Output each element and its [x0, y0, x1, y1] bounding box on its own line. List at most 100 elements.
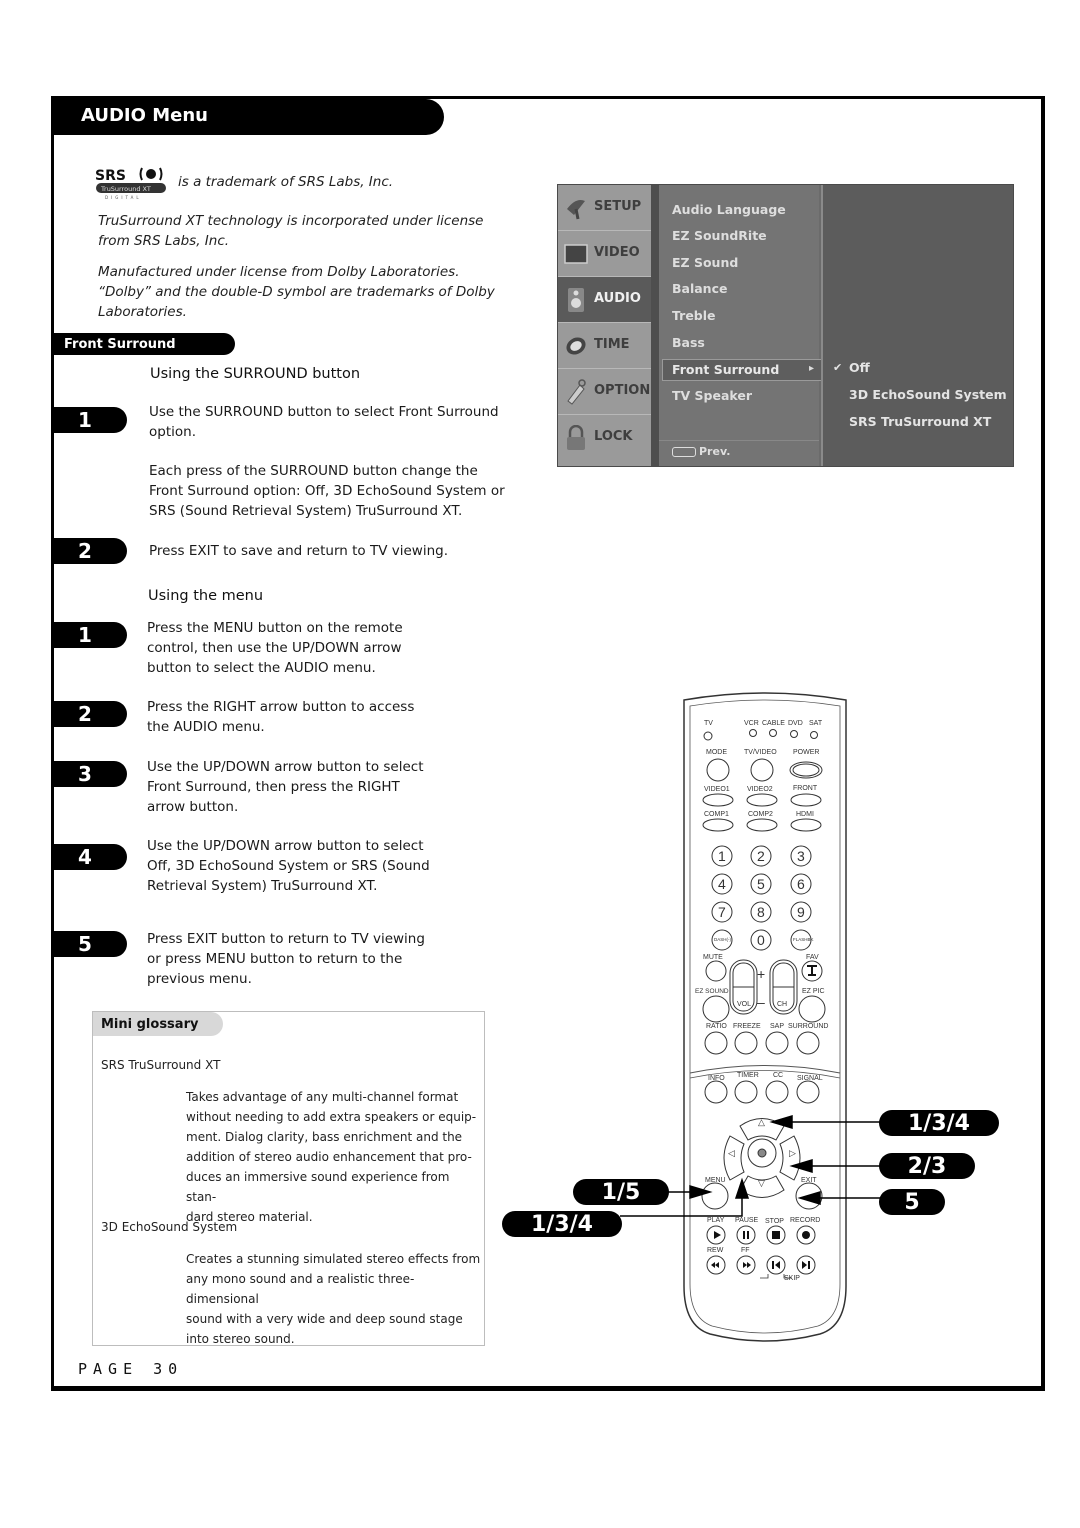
callout-menu-steps: 1/5 [573, 1179, 669, 1205]
digit-9-label: 9 [797, 904, 805, 920]
padlock-icon [567, 425, 585, 450]
step-text: Press the MENU button on the remote cont… [147, 620, 403, 676]
osd-option-3d-echosound[interactable]: 3D EchoSound System [849, 387, 1007, 402]
step-badge: 1 [54, 622, 127, 648]
glossary-term: SRS TruSurround XT [101, 1058, 221, 1072]
video2-label: VIDEO2 [747, 786, 773, 793]
freeze-button[interactable] [734, 1031, 758, 1055]
osd-item-balance[interactable]: Balance [672, 281, 727, 296]
osd-item-front-surround-selected[interactable]: Front Surround ▸ [662, 359, 823, 381]
osd-category-lock[interactable]: LOCK [558, 415, 651, 461]
video1-button[interactable] [702, 793, 734, 807]
subhead-using-menu: Using the menu [148, 588, 264, 604]
callout-down-steps: 1/3/4 [502, 1211, 622, 1237]
sat-mode-led [810, 731, 818, 739]
svg-text:SRS: SRS [95, 168, 126, 184]
mode-label: MODE [706, 749, 727, 756]
sap-label: SAP [770, 1023, 785, 1030]
arrow-to-exit [797, 1190, 821, 1206]
digit-7-label: 7 [718, 904, 726, 920]
osd-option-srs-trusurround[interactable]: SRS TruSurround XT [849, 414, 991, 429]
ez-pic-label: EZ PIC [802, 988, 825, 995]
ratio-label: RATIO [706, 1023, 727, 1030]
osd-prev-button[interactable]: Prev. [672, 445, 730, 458]
plus-icon: + [757, 966, 766, 982]
comp2-button[interactable] [746, 818, 778, 832]
mute-label: MUTE [703, 954, 723, 961]
mute-button[interactable] [705, 960, 727, 982]
osd-category-time[interactable]: TIME [558, 323, 651, 369]
page-number: PAGE 30 [78, 1360, 184, 1378]
osd-option-off[interactable]: Off [849, 360, 870, 375]
ez-pic-button[interactable] [798, 995, 826, 1023]
step-badge: 5 [54, 931, 127, 957]
hdmi-button[interactable] [790, 818, 822, 832]
osd-divider [651, 185, 659, 466]
osd-audio-menu: SETUP VIDEO AUDIO TIME OPTION LOCK Audio… [557, 184, 1014, 467]
comp2-label: COMP2 [748, 811, 773, 818]
osd-item-treble[interactable]: Treble [672, 308, 716, 323]
step-text: Use the SURROUND button to select Front … [149, 404, 499, 440]
menu-chip-icon [672, 447, 696, 457]
tv-video-label: TV/VIDEO [744, 749, 777, 756]
glossary-term: 3D EchoSound System [101, 1220, 238, 1234]
digit-3-label: 3 [797, 848, 805, 864]
clock-icon [566, 337, 586, 355]
svg-text:TruSurround XT: TruSurround XT [100, 185, 151, 193]
tv-video-button[interactable] [750, 758, 774, 782]
flashbk-label: FLASHBK [793, 937, 814, 942]
osd-category-audio[interactable]: AUDIO [558, 277, 651, 323]
sap-button[interactable] [765, 1031, 789, 1055]
osd-item-ez-soundrite[interactable]: EZ SoundRite [672, 228, 767, 243]
satellite-dish-icon [567, 200, 585, 220]
step-badge: 4 [54, 844, 127, 870]
ez-sound-button[interactable] [702, 995, 730, 1023]
step-badge: 2 [54, 701, 127, 727]
comp1-button[interactable] [702, 818, 734, 832]
arrow-to-right [789, 1158, 813, 1174]
dvd-mode-led [790, 730, 798, 738]
minus-icon: – [757, 994, 765, 1010]
vcr-mode-led [749, 729, 757, 737]
step-badge: 2 [54, 538, 127, 564]
tv-screen-icon [564, 244, 588, 264]
glossary-tab: Mini glossary [93, 1012, 223, 1036]
srs-trademark-note: is a trademark of SRS Labs, Inc. [178, 174, 394, 190]
arrow-to-menu [689, 1184, 713, 1200]
section-title: Front Surround [64, 337, 176, 352]
check-mark-icon: ✔ [833, 361, 843, 374]
osd-category-setup[interactable]: SETUP [558, 185, 651, 231]
callout-exit-steps: 5 [879, 1189, 945, 1215]
comp1-label: COMP1 [704, 811, 729, 818]
digit-1-label: 1 [718, 848, 726, 864]
osd-category-option[interactable]: OPTION [558, 369, 651, 415]
step-text: Press the RIGHT arrow button to access t… [147, 699, 415, 735]
ch-label: CH [777, 1001, 788, 1008]
video2-button[interactable] [746, 793, 778, 807]
step-text: Press EXIT to save and return to TV view… [149, 543, 448, 559]
hdmi-label: HDMI [796, 811, 814, 818]
ratio-button[interactable] [704, 1031, 728, 1055]
mode-button[interactable] [706, 758, 730, 782]
front-label: FRONT [793, 785, 818, 792]
osd-category-video[interactable]: VIDEO [558, 231, 651, 277]
arrow-to-down [734, 1177, 750, 1199]
dolby-license-line-1: Manufactured under license from Dolby La… [98, 264, 460, 280]
subhead-surround-button: Using the SURROUND button [150, 366, 361, 382]
digit-5-label: 5 [757, 876, 765, 892]
power-button-inner [792, 763, 820, 777]
section-tab-front-surround: Front Surround [54, 333, 235, 355]
surround-button[interactable] [796, 1031, 820, 1055]
osd-item-tv-speaker[interactable]: TV Speaker [672, 388, 752, 403]
osd-item-bass[interactable]: Bass [672, 335, 705, 350]
submenu-arrow-icon: ▸ [809, 363, 815, 374]
front-button[interactable] [790, 793, 822, 807]
osd-item-audio-language[interactable]: Audio Language [672, 202, 786, 217]
osd-audio-items: Audio Language EZ SoundRite EZ Sound Bal… [659, 185, 819, 466]
glossary-definition: Takes advantage of any multi-channel for… [186, 1090, 477, 1224]
dash-label: DASH(-) [714, 937, 731, 942]
speaker-icon [568, 288, 584, 312]
osd-item-ez-sound[interactable]: EZ Sound [672, 255, 738, 270]
step-badge: 3 [54, 761, 127, 787]
digit-8-label: 8 [757, 904, 765, 920]
